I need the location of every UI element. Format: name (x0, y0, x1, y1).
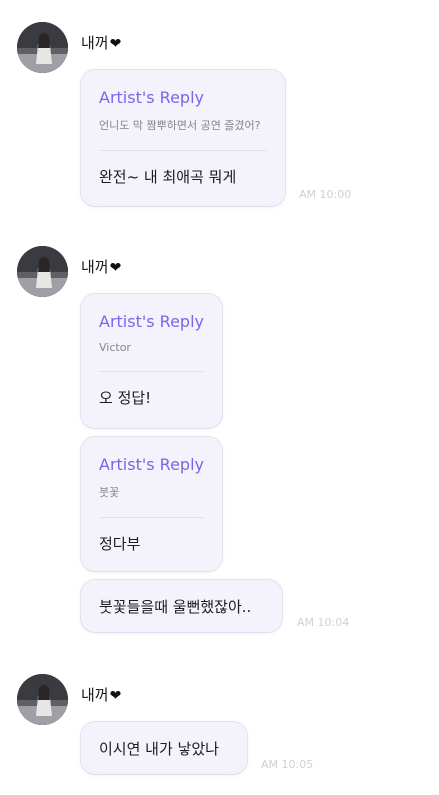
message-text: 완전~ 내 최애곡 뭐게 (99, 168, 237, 186)
sender-name: 내꺼❤ (81, 32, 121, 53)
timestamp: AM 10:05 (261, 758, 314, 771)
message-text: 오 정답! (99, 389, 152, 407)
avatar[interactable] (17, 674, 68, 725)
message-text: 정다부 (99, 535, 141, 553)
message-text: 이시연 내가 낳았나 (99, 739, 219, 758)
sender-name: 내꺼❤ (81, 684, 121, 705)
message-bubble[interactable]: 이시연 내가 낳았나 (81, 722, 247, 774)
quoted-message: 붓꽃 (99, 486, 120, 499)
heart-icon: ❤ (109, 688, 122, 704)
reply-bubble[interactable]: Artist's Reply 언니도 막 짬뿌하면서 공연 즐겼어? 완전~ 내… (81, 70, 285, 206)
timestamp: AM 10:04 (297, 616, 350, 629)
avatar[interactable] (17, 246, 68, 297)
artist-reply-label: Artist's Reply (99, 455, 204, 474)
quoted-message: Victor (99, 341, 131, 354)
reply-bubble[interactable]: Artist's Reply 붓꽃 정다부 (81, 437, 222, 571)
timestamp: AM 10:00 (299, 188, 352, 201)
sender-name: 내꺼❤ (81, 256, 121, 277)
chat-thread: 내꺼❤ Artist's Reply 언니도 막 짬뿌하면서 공연 즐겼어? 완… (0, 0, 439, 795)
sender-name-text: 내꺼 (81, 686, 109, 704)
avatar[interactable] (17, 22, 68, 73)
artist-reply-label: Artist's Reply (99, 312, 204, 331)
heart-icon: ❤ (109, 260, 122, 276)
message-bubble[interactable]: 붓꽃들을때 울뻔했잖아.. (81, 580, 282, 632)
message-text: 붓꽃들을때 울뻔했잖아.. (99, 597, 252, 616)
heart-icon: ❤ (109, 36, 122, 52)
reply-bubble[interactable]: Artist's Reply Victor 오 정답! (81, 294, 222, 428)
sender-name-text: 내꺼 (81, 34, 109, 52)
sender-name-text: 내꺼 (81, 258, 109, 276)
artist-reply-label: Artist's Reply (99, 88, 204, 107)
quoted-message: 언니도 막 짬뿌하면서 공연 즐겼어? (99, 119, 261, 132)
